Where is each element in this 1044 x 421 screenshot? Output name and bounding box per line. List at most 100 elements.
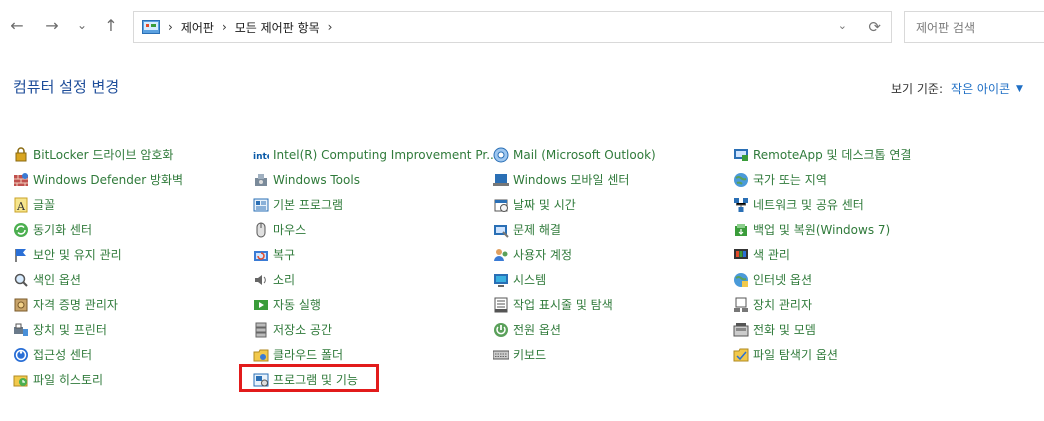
default-programs-icon [253,198,269,211]
autoplay-icon [254,299,268,310]
address-dropdown-icon[interactable]: ⌄ [838,19,847,32]
search-placeholder: 제어판 검색 [916,20,976,35]
control-panel-item-label: 장치 관리자 [753,298,813,312]
control-panel-item-file-explorer-options[interactable]: 파일 탐색기 옵션 [733,342,911,367]
control-panel-item-user-accounts[interactable]: 사용자 계정 [493,242,656,267]
recent-locations-button[interactable]: ⌄ [71,14,93,36]
control-panel-item-label: 색인 옵션 [33,273,81,287]
highlight-box [239,364,379,392]
control-panel-item-remoteapp[interactable]: RemoteApp 및 데스크톱 연결 [733,142,911,167]
device-manager-icon [734,297,748,312]
phone-modem-icon [733,322,749,336]
search-input[interactable]: 제어판 검색 [904,11,1044,43]
control-panel-item-device-manager[interactable]: 장치 관리자 [733,292,911,317]
control-panel-item-backup-restore[interactable]: 백업 및 복원(Windows 7) [733,217,911,242]
control-panel-item-label: 기본 프로그램 [273,198,344,212]
control-panel-item-label: 자동 실행 [273,298,321,312]
control-panel-item-storage-spaces[interactable]: 저장소 공간 [253,317,498,342]
refresh-icon[interactable]: ⟳ [868,18,881,36]
control-panel-item-file-history[interactable]: 파일 히스토리 [13,367,183,392]
control-panel-item-troubleshooting[interactable]: 문제 해결 [493,217,656,242]
control-panel-item-label: 백업 및 복원(Windows 7) [753,223,891,237]
control-panel-item-label: 소리 [273,273,296,287]
control-panel-item-label: 작업 표시줄 및 탐색 [513,298,613,312]
control-panel-item-windows-tools[interactable]: Windows Tools [253,167,498,192]
forward-button[interactable]: → [41,14,63,36]
arrow-right-icon: → [45,15,59,35]
control-panel-item-label: 복구 [273,248,296,262]
svg-text:intel: intel [253,152,269,162]
control-panel-item-keyboard[interactable]: 키보드 [493,342,656,367]
mobility-center-icon [493,173,509,186]
control-panel-item-credential-manager[interactable]: 자격 증명 관리자 [13,292,183,317]
control-panel-item-label: 접근성 센터 [33,348,93,362]
view-by: 보기 기준: 작은 아이콘 ▼ [891,80,1023,97]
control-panel-item-mobility-center[interactable]: Windows 모바일 센터 [493,167,656,192]
control-panel-item-label: 키보드 [513,348,547,362]
ease-of-access-icon [14,347,28,362]
address-bar[interactable]: › 제어판 › 모든 제어판 항목 › ⌄ ⟳ [133,11,892,43]
control-panel-item-label: 클라우드 폴더 [273,348,344,362]
control-panel-item-intel[interactable]: intel Intel(R) Computing Improvement Pr..… [253,142,498,167]
control-panel-item-internet-options[interactable]: 인터넷 옵션 [733,267,911,292]
control-panel-item-label: 사용자 계정 [513,248,573,262]
date-time-icon [494,199,508,212]
caret-down-icon[interactable]: ▼ [1016,84,1023,94]
control-panel-item-sync-center[interactable]: 동기화 센터 [13,217,183,242]
internet-options-icon [734,272,748,287]
control-panel-item-security-maintenance[interactable]: 보안 및 유지 관리 [13,242,183,267]
control-panel-item-sound[interactable]: 소리 [253,267,498,292]
control-panel-item-phone-modem[interactable]: 전화 및 모뎀 [733,317,911,342]
remoteapp-icon [734,148,748,161]
control-panel-item-label: 마우스 [273,223,307,237]
back-button[interactable]: ← [6,14,28,36]
control-panel-item-label: BitLocker 드라이브 암호화 [33,148,174,162]
breadcrumb-all-items[interactable]: 모든 제어판 항목 [235,19,320,36]
system-icon [494,273,508,287]
control-panel-item-mail[interactable]: Mail (Microsoft Outlook) [493,142,656,167]
control-panel-item-autoplay[interactable]: 자동 실행 [253,292,498,317]
breadcrumb-separator-icon[interactable]: › [328,20,333,34]
control-panel-item-label: 날짜 및 시간 [513,198,576,212]
control-panel-item-network-sharing[interactable]: 네트워크 및 공유 센터 [733,192,911,217]
troubleshooting-icon [494,224,509,238]
page-title: 컴퓨터 설정 변경 [13,78,120,96]
mouse-icon [256,222,266,237]
file-explorer-options-icon [733,348,749,361]
control-panel-item-mouse[interactable]: 마우스 [253,217,498,242]
control-panel-item-power-options[interactable]: 전원 옵션 [493,317,656,342]
control-panel-icon [142,20,160,34]
control-panel-item-label: 전화 및 모뎀 [753,323,816,337]
control-panel-item-devices-printers[interactable]: 장치 및 프린터 [13,317,183,342]
region-icon [734,172,748,187]
control-panel-item-label: Intel(R) Computing Improvement Pr... [273,147,498,162]
control-panel-item-label: 색 관리 [753,248,790,262]
chevron-down-icon: ⌄ [76,18,88,32]
control-panel-item-firewall[interactable]: Windows Defender 방화벽 [13,167,183,192]
control-panel-item-color-management[interactable]: 색 관리 [733,242,911,267]
control-panel-item-date-time[interactable]: 날짜 및 시간 [493,192,656,217]
control-panel-item-bitlocker[interactable]: BitLocker 드라이브 암호화 [13,142,183,167]
control-panel-item-system[interactable]: 시스템 [493,267,656,292]
control-panel-item-default-programs[interactable]: 기본 프로그램 [253,192,498,217]
control-panel-item-label: 장치 및 프린터 [33,323,107,337]
sync-center-icon [14,222,28,237]
user-accounts-icon [494,248,508,261]
control-panel-item-region[interactable]: 국가 또는 지역 [733,167,911,192]
arrow-up-icon: ↑ [104,15,118,35]
control-panel-item-indexing[interactable]: 색인 옵션 [13,267,183,292]
items-column-3: Mail (Microsoft Outlook) Windows 모바일 센터날짜… [493,142,656,367]
control-panel-item-taskbar[interactable]: 작업 표시줄 및 탐색 [493,292,656,317]
control-panel-item-label: 동기화 센터 [33,223,93,237]
intel-icon: intel [253,152,269,162]
breadcrumb-control-panel[interactable]: 제어판 [181,19,214,36]
control-panel-item-label: 파일 탐색기 옵션 [753,348,838,362]
view-by-dropdown[interactable]: 작은 아이콘 [951,80,1010,97]
items-column-4: RemoteApp 및 데스크톱 연결 국가 또는 지역 네트워크 및 공유 센터백… [733,142,911,367]
control-panel-item-label: Mail (Microsoft Outlook) [513,147,656,162]
control-panel-item-recovery[interactable]: 복구 [253,242,498,267]
control-panel-item-ease-of-access[interactable]: 접근성 센터 [13,342,183,367]
control-panel-item-fonts[interactable]: A 글꼴 [13,192,183,217]
view-by-label: 보기 기준: [891,82,944,96]
up-button[interactable]: ↑ [100,14,122,36]
